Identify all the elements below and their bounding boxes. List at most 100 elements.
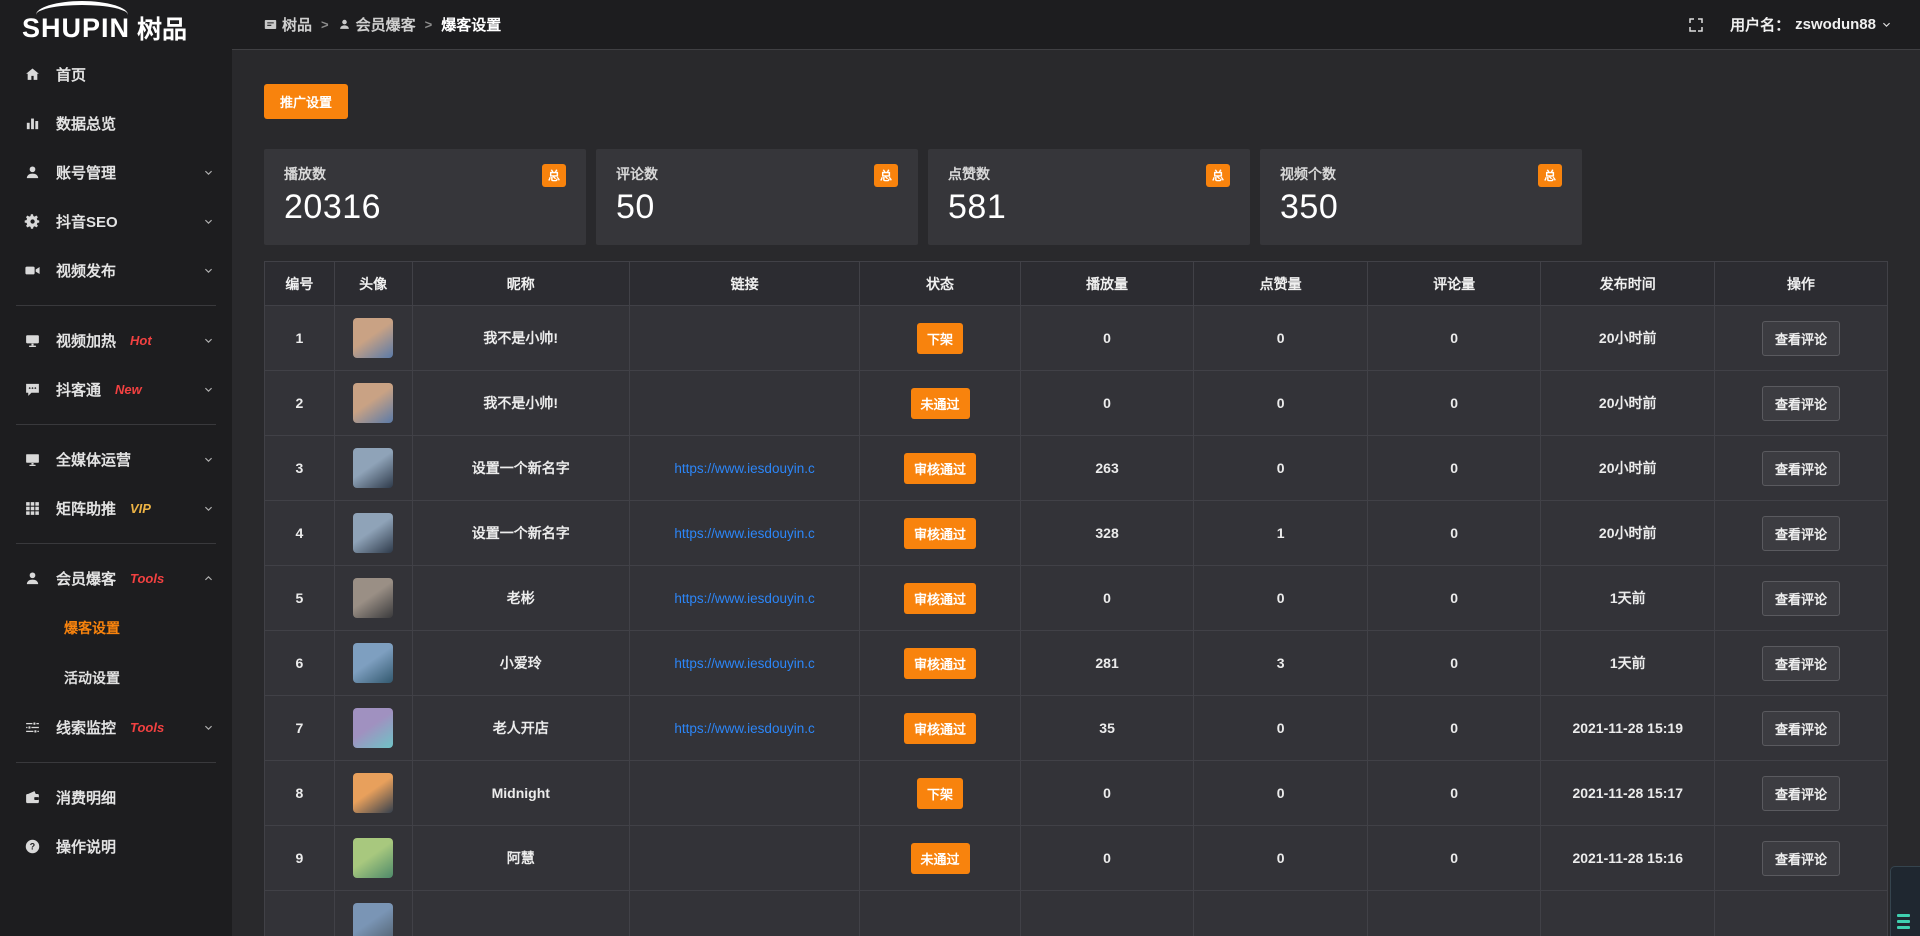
username-value: zswodun88	[1795, 16, 1876, 33]
cell-action: 查看评论	[1715, 826, 1887, 890]
status-badge[interactable]: 下架	[917, 323, 963, 354]
app-logo[interactable]: SHUPIN 树品	[0, 0, 232, 50]
view-comments-button[interactable]: 查看评论	[1762, 451, 1840, 486]
cell-id	[265, 891, 335, 936]
cell-likes: 1	[1194, 501, 1368, 565]
stat-label: 评论数	[616, 164, 898, 184]
chevron-down-icon	[203, 167, 214, 178]
cell-likes	[1194, 891, 1368, 936]
cell-likes: 0	[1194, 371, 1368, 435]
sidebar-item-tag: Tools	[130, 720, 164, 735]
stat-card-likes: 点赞数 581 总	[928, 149, 1250, 245]
status-badge[interactable]: 审核通过	[904, 453, 976, 484]
sidebar-item-label: 抖音SEO	[56, 211, 118, 232]
status-badge[interactable]: 下架	[917, 778, 963, 809]
sidebar-item-douyin-seo[interactable]: 抖音SEO	[0, 197, 232, 246]
cell-likes: 0	[1194, 696, 1368, 760]
cell-plays: 0	[1021, 761, 1195, 825]
chevron-down-icon	[203, 454, 214, 465]
sidebar-item-operation-guide[interactable]: ?操作说明	[0, 822, 232, 871]
sidebar-item-clue-monitor[interactable]: 线索监控Tools	[0, 703, 232, 752]
video-link[interactable]: https://www.iesdouyin.c	[674, 461, 814, 476]
avatar	[353, 383, 393, 423]
cell-avatar	[335, 826, 413, 890]
breadcrumb-item-shupin[interactable]: 树品	[264, 14, 312, 35]
widget-bar	[1897, 914, 1910, 917]
status-badge[interactable]: 审核通过	[904, 518, 976, 549]
column-header-1: 头像	[335, 262, 413, 305]
view-comments-button[interactable]: 查看评论	[1762, 516, 1840, 551]
sidebar-item-video-publish[interactable]: 视频发布	[0, 246, 232, 295]
sidebar-item-media-operation[interactable]: 全媒体运营	[0, 435, 232, 484]
cell-nickname: 阿慧	[413, 826, 630, 890]
view-comments-button[interactable]: 查看评论	[1762, 776, 1840, 811]
video-link[interactable]: https://www.iesdouyin.c	[674, 526, 814, 541]
video-link[interactable]: https://www.iesdouyin.c	[674, 721, 814, 736]
view-comments-button[interactable]: 查看评论	[1762, 841, 1840, 876]
view-comments-button[interactable]: 查看评论	[1762, 386, 1840, 421]
view-comments-button[interactable]: 查看评论	[1762, 581, 1840, 616]
status-badge[interactable]: 审核通过	[904, 583, 976, 614]
view-comments-button[interactable]: 查看评论	[1762, 646, 1840, 681]
sidebar-subitem-baoke-settings[interactable]: 爆客设置	[0, 603, 232, 653]
stat-label: 视频个数	[1280, 164, 1562, 184]
promo-settings-button[interactable]: 推广设置	[264, 84, 348, 119]
avatar	[353, 643, 393, 683]
status-badge[interactable]: 审核通过	[904, 713, 976, 744]
chevron-down-icon	[203, 265, 214, 276]
sidebar-item-video-heat[interactable]: 视频加热Hot	[0, 316, 232, 365]
video-link[interactable]: https://www.iesdouyin.c	[674, 591, 814, 606]
content: 推广设置 播放数 20316 总 评论数 50 总 点赞数 581 总	[232, 50, 1920, 936]
column-header-6: 点赞量	[1194, 262, 1368, 305]
cell-link: https://www.iesdouyin.c	[630, 501, 860, 565]
cell-plays: 0	[1021, 371, 1195, 435]
sidebar-subitem-activity-settings[interactable]: 活动设置	[0, 653, 232, 703]
avatar	[353, 513, 393, 553]
logo-text-cn: 树品	[137, 10, 187, 46]
person-icon	[338, 18, 351, 31]
chevron-down-icon	[203, 384, 214, 395]
sidebar-item-data-overview[interactable]: 数据总览	[0, 99, 232, 148]
cell-plays	[1021, 891, 1195, 936]
cell-id: 1	[265, 306, 335, 370]
customer-service-widget[interactable]	[1890, 866, 1920, 936]
cell-likes: 3	[1194, 631, 1368, 695]
cell-time: 20小时前	[1541, 371, 1715, 435]
avatar	[353, 708, 393, 748]
user-menu[interactable]: 用户名： zswodun88	[1730, 14, 1892, 35]
cell-plays: 0	[1021, 306, 1195, 370]
cell-plays: 328	[1021, 501, 1195, 565]
svg-text:?: ?	[30, 842, 35, 852]
sidebar-item-member-baoke[interactable]: 会员爆客Tools	[0, 554, 232, 603]
cell-nickname	[413, 891, 630, 936]
cell-id: 2	[265, 371, 335, 435]
breadcrumb-item-member-baoke[interactable]: 会员爆客	[338, 14, 416, 35]
sidebar-item-home[interactable]: 首页	[0, 50, 232, 99]
sidebar-item-matrix-boost[interactable]: 矩阵助推VIP	[0, 484, 232, 533]
video-link[interactable]: https://www.iesdouyin.c	[674, 656, 814, 671]
cell-plays: 0	[1021, 566, 1195, 630]
cell-plays: 263	[1021, 436, 1195, 500]
cell-status: 审核通过	[860, 501, 1021, 565]
fullscreen-icon[interactable]	[1688, 17, 1704, 33]
username-label: 用户名：	[1730, 14, 1790, 35]
cell-time: 1天前	[1541, 566, 1715, 630]
view-comments-button[interactable]: 查看评论	[1762, 711, 1840, 746]
sidebar-item-label: 矩阵助推	[56, 498, 116, 519]
sidebar-divider	[16, 305, 216, 306]
table-row-5: 5老彬https://www.iesdouyin.c审核通过0001天前查看评论	[265, 565, 1887, 630]
cell-comments: 0	[1368, 371, 1542, 435]
status-badge[interactable]: 未通过	[911, 388, 970, 419]
chat-icon	[24, 381, 41, 398]
cell-comments: 0	[1368, 566, 1542, 630]
cell-comments	[1368, 891, 1542, 936]
sidebar-item-consume-detail[interactable]: 消费明细	[0, 773, 232, 822]
view-comments-button[interactable]: 查看评论	[1762, 321, 1840, 356]
status-badge[interactable]: 未通过	[911, 843, 970, 874]
sidebar-item-label: 会员爆客	[56, 568, 116, 589]
sidebar-item-account-management[interactable]: 账号管理	[0, 148, 232, 197]
status-badge[interactable]: 审核通过	[904, 648, 976, 679]
table-header-row: 编号头像昵称链接状态播放量点赞量评论量发布时间操作	[265, 262, 1887, 305]
sidebar-item-doukotong[interactable]: 抖客通New	[0, 365, 232, 414]
logo-arc-decoration	[36, 1, 128, 15]
